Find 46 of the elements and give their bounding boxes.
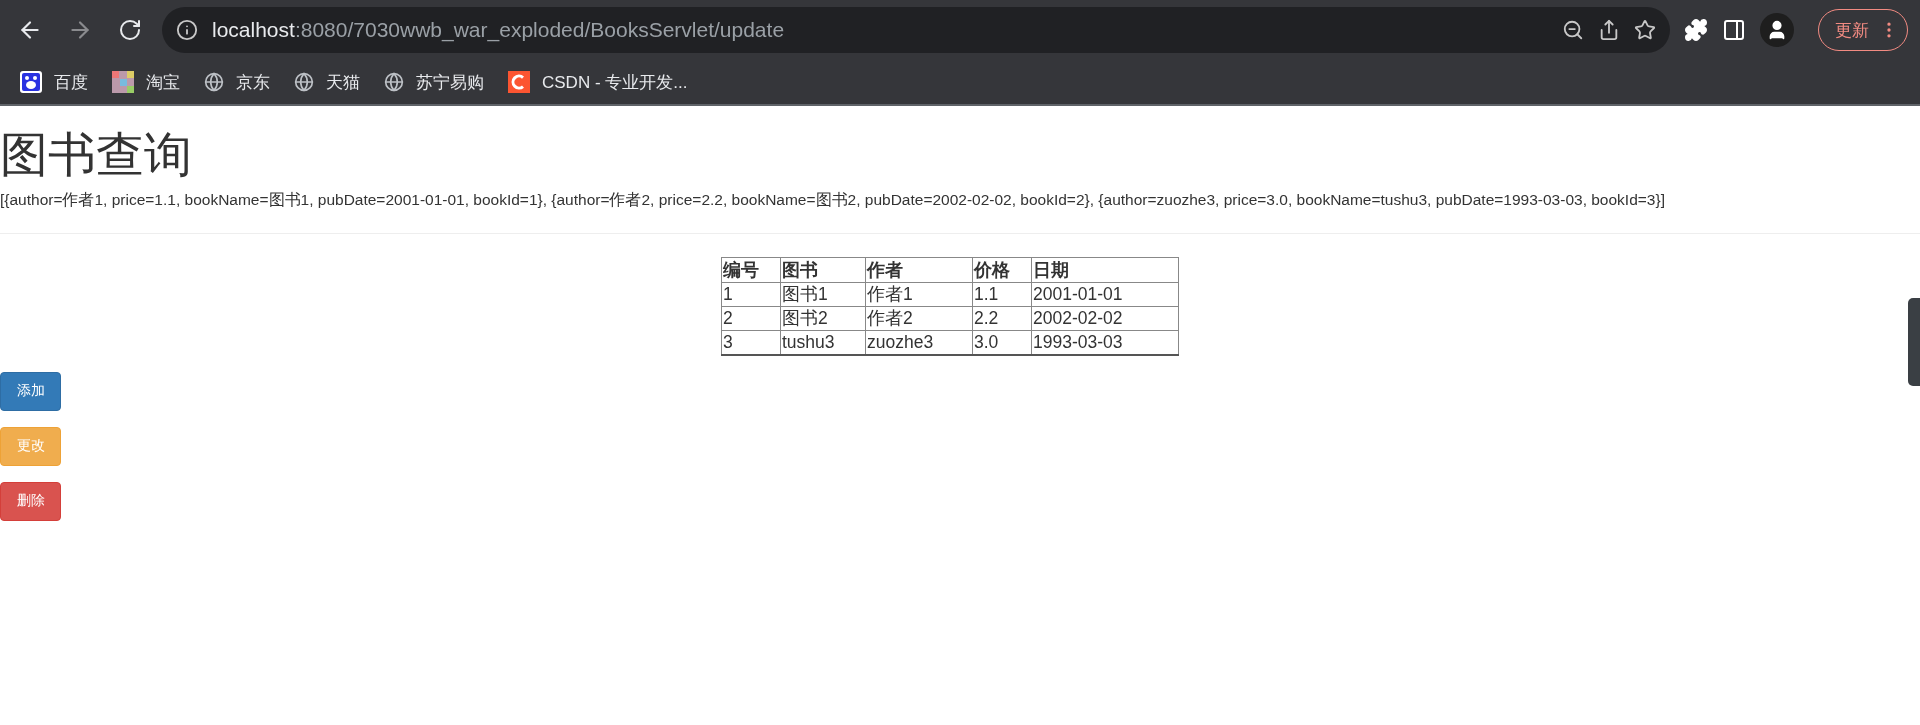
bookmark[interactable]: 京东	[204, 70, 270, 94]
profile-icon[interactable]	[1760, 13, 1794, 47]
info-icon	[176, 19, 198, 41]
table-cell: 2001-01-01	[1031, 282, 1179, 307]
table-cell: 1.1	[972, 282, 1032, 307]
action-button[interactable]: 删除	[0, 481, 61, 521]
table-cell: 图书1	[780, 282, 866, 307]
table-cell: 1	[721, 282, 781, 307]
globe-icon	[204, 72, 224, 92]
column-header: 价格	[972, 257, 1032, 283]
column-header: 作者	[865, 257, 973, 283]
bookmark[interactable]: CSDN - 专业开发...	[508, 70, 688, 94]
paw-icon	[20, 71, 42, 93]
table-cell: 2002-02-02	[1031, 306, 1179, 331]
table-cell: 作者1	[865, 282, 973, 307]
address-bar[interactable]: localhost:8080/7030wwb_war_exploded/BooksServlet/update	[162, 7, 1670, 53]
url-text: localhost:8080/7030wwb_war_exploded/BooksServlet/update	[212, 18, 786, 42]
data-dump: [{author=作者1, price=1.1, bookName=图书1, pubDate=2001-01-01, bookId=1}, {author=作者2, price=2.2, bookName=图书2, pubDate=2002-02-02, bookId=2}, {author=zuozhe3, price=3.0, bookName=tushu3, pubDate=1993-03-03, bookId=3}]	[0, 189, 1666, 210]
share-icon[interactable]	[1598, 19, 1620, 41]
column-header: 日期	[1031, 257, 1179, 283]
bookmark[interactable]: 天猫	[294, 70, 360, 94]
bookmark[interactable]: 苏宁易购	[384, 70, 484, 94]
bookmark[interactable]: 淘宝	[112, 70, 180, 94]
globe-icon	[294, 72, 314, 92]
side-panel-icon[interactable]	[1722, 18, 1746, 42]
zoom-out-icon[interactable]	[1562, 19, 1584, 41]
table-cell: 3	[721, 330, 781, 355]
action-button[interactable]: 添加	[0, 371, 61, 411]
bookmark[interactable]: 百度	[20, 70, 88, 94]
globe-icon	[384, 72, 404, 92]
column-header: 编号	[721, 257, 781, 283]
mosaic-icon	[112, 71, 134, 93]
table-cell: 作者2	[865, 306, 973, 331]
table-cell: tushu3	[780, 330, 866, 355]
table-cell: zuozhe3	[865, 330, 973, 355]
update-button[interactable]: 更新	[1818, 9, 1908, 51]
table-cell: 2.2	[972, 306, 1032, 331]
table-cell: 1993-03-03	[1031, 330, 1179, 355]
puzzle-icon[interactable]	[1684, 18, 1708, 42]
column-header: 图书	[780, 257, 866, 283]
table-cell: 3.0	[972, 330, 1032, 355]
table-cell: 2	[721, 306, 781, 331]
csdn-logo-icon	[508, 71, 530, 93]
table-cell: 图书2	[780, 306, 866, 331]
star-icon[interactable]	[1634, 19, 1656, 41]
page-title: 图书查询	[0, 127, 193, 183]
